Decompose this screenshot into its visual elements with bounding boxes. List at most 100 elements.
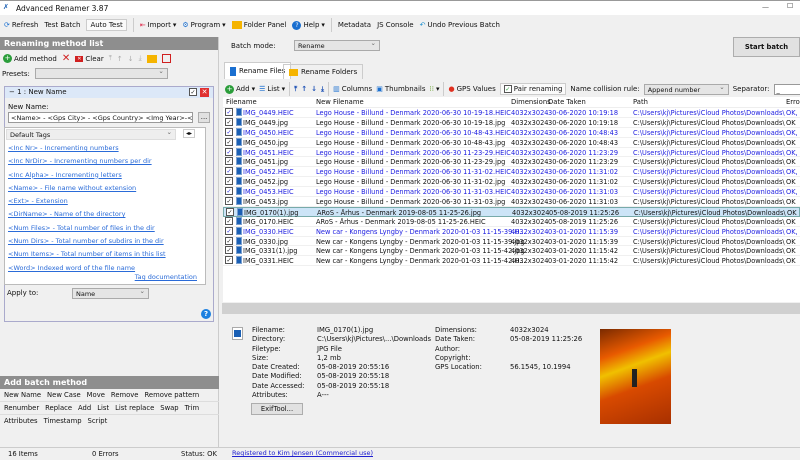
remove-method-button[interactable]: ✕ <box>200 88 209 97</box>
move-bottom-icon[interactable]: ⤓ <box>321 85 324 94</box>
column-error[interactable]: Error <box>786 98 800 106</box>
batch-method-remove[interactable]: Remove <box>111 391 139 399</box>
row-checkbox[interactable]: ✓ <box>225 236 233 245</box>
view-options-button[interactable]: ⁞⁞ ▾ <box>430 85 440 93</box>
batch-method-move[interactable]: Move <box>87 391 105 399</box>
table-row[interactable]: ✓ IMG_0330.jpg New car - Kongens Lyngby - … <box>223 236 800 247</box>
table-row[interactable]: ✓ IMG_0450.jpg Lego House - Billund - Denm… <box>223 137 800 148</box>
table-row[interactable]: ✓ IMG_0451.jpg Lego House - Billund - Denm… <box>223 157 800 168</box>
help-button[interactable]: ? Help ▾ <box>292 20 325 30</box>
program-button[interactable]: ⚙ Program ▾ <box>182 21 225 29</box>
undo-button[interactable]: ↶ Undo Previous Batch <box>420 21 500 29</box>
move-top-icon[interactable]: ⤒ <box>109 54 112 63</box>
panel-splitter[interactable] <box>222 303 800 314</box>
table-row[interactable]: ✓ IMG_0452.jpg Lego House - Billund - Denm… <box>223 177 800 188</box>
row-checkbox[interactable]: ✓ <box>225 187 233 196</box>
column-new-filename[interactable]: New Filename <box>316 98 364 106</box>
batch-mode-select[interactable]: Rename <box>294 39 380 51</box>
table-row[interactable]: ✓ IMG_0453.jpg Lego House - Billund - Denm… <box>223 197 800 207</box>
add-method-button[interactable]: + Add method <box>3 54 57 63</box>
row-checkbox[interactable]: ✓ <box>225 197 233 206</box>
tag-link[interactable]: <Name> - File name without extension <box>8 182 202 195</box>
tag-link[interactable]: <Inc Nr> - Incrementing numbers <box>8 142 202 155</box>
presets-select[interactable] <box>34 67 168 79</box>
add-files-button[interactable]: + Add ▾ <box>225 84 255 94</box>
collapse-icon[interactable]: − <box>9 88 15 96</box>
batch-method-new-name[interactable]: New Name <box>4 391 41 399</box>
folder-panel-button[interactable]: Folder Panel <box>231 21 286 29</box>
row-checkbox[interactable]: ✓ <box>225 117 233 126</box>
delete-icon[interactable]: ✕ <box>62 53 70 64</box>
method-title[interactable]: − 1 : New Name <box>9 88 67 97</box>
exiftool-button[interactable]: ExifTool... <box>251 403 303 415</box>
import-button[interactable]: ⇤ Import ▾ <box>140 21 177 29</box>
tab-rename-folders[interactable]: Rename Folders <box>283 64 364 79</box>
table-row[interactable]: ✓ IMG_0449.HEIC Lego House - Billund - Den… <box>223 108 800 118</box>
table-row[interactable]: ✓ IMG_0331.HEIC New car - Kongens Lyngby -… <box>223 256 800 267</box>
batch-method-trim[interactable]: Trim <box>185 404 199 412</box>
batch-method-renumber[interactable]: Renumber <box>4 404 39 412</box>
minimize-button[interactable]: — <box>762 3 769 11</box>
collision-rule-select[interactable]: Append number <box>643 83 729 95</box>
registration-link[interactable]: Registered to Kim Jensen (Commercial use… <box>232 447 373 460</box>
batch-method-swap[interactable]: Swap <box>160 404 178 412</box>
metadata-button[interactable]: Metadata <box>338 21 371 29</box>
separator-input[interactable]: _ <box>773 83 800 95</box>
column-filename[interactable]: Filename <box>226 98 257 106</box>
row-checkbox[interactable]: ✓ <box>225 167 233 176</box>
table-row[interactable]: ✓ IMG_0452.HEIC Lego House - Billund - Den… <box>223 167 800 178</box>
move-down-icon[interactable]: ↓ <box>128 55 134 63</box>
row-checkbox[interactable]: ✓ <box>225 226 233 235</box>
batch-method-add[interactable]: Add <box>78 404 91 412</box>
column-date-taken[interactable]: Date Taken <box>548 98 586 106</box>
table-row[interactable]: ✓ IMG_0331(1).jpg New car - Kongens Lyngby… <box>223 246 800 257</box>
method-enabled-checkbox[interactable]: ✓ <box>189 88 197 96</box>
move-bottom-icon[interactable]: ⤓ <box>139 54 142 63</box>
batch-method-list-replace[interactable]: List replace <box>115 404 154 412</box>
table-row[interactable]: ✓ IMG_0330.HEIC New car - Kongens Lyngby -… <box>223 226 800 237</box>
row-checkbox[interactable]: ✓ <box>225 157 233 166</box>
help-icon[interactable]: ? <box>201 309 211 319</box>
table-row[interactable]: ✓ IMG_0449.jpg Lego House - Billund - Denm… <box>223 117 800 128</box>
tag-scroll-arrows[interactable]: ◂▸ <box>183 129 196 138</box>
tag-link[interactable]: <Inc NrDir> - Incrementing numbers per d… <box>8 155 202 168</box>
table-row[interactable]: ✓ IMG_0451.HEIC Lego House - Billund - Den… <box>223 147 800 158</box>
row-checkbox[interactable]: ✓ <box>225 127 233 136</box>
start-batch-button[interactable]: Start batch <box>733 37 800 57</box>
tag-link[interactable]: <Inc Alpha> - Incrementing letters <box>8 169 202 182</box>
tag-link[interactable]: <Num Files> - Total number of files in t… <box>8 222 202 235</box>
batch-method-list[interactable]: List <box>97 404 109 412</box>
tag-link[interactable]: <Ext> - Extension <box>8 195 202 208</box>
batch-method-attributes[interactable]: Attributes <box>4 417 38 426</box>
clear-button[interactable]: ✕ Clear <box>75 55 104 63</box>
tags-category-select[interactable]: Default Tags <box>6 128 176 140</box>
apply-to-select[interactable]: Name <box>72 287 149 299</box>
tag-documentation-link[interactable]: Tag documentation <box>135 271 197 284</box>
thumbnails-button[interactable]: ▣ Thumbnails <box>376 85 425 93</box>
batch-method-replace[interactable]: Replace <box>45 404 72 412</box>
maximize-button[interactable]: ☐ <box>787 2 793 10</box>
table-row[interactable]: ✓ IMG_0450.HEIC Lego House - Billund - Den… <box>223 127 800 138</box>
row-checkbox[interactable]: ✓ <box>225 137 233 146</box>
auto-test-button[interactable]: Auto Test <box>86 19 127 31</box>
table-row[interactable]: ✓ IMG_0170(1).jpg ARoS - Århus - Denmark 2… <box>223 206 800 217</box>
batch-method-new-case[interactable]: New Case <box>47 391 81 399</box>
save-icon[interactable] <box>161 54 171 63</box>
refresh-button[interactable]: ⟳ Refresh <box>4 21 38 29</box>
table-row[interactable]: ✓ IMG_0170.HEIC ARoS - Århus - Denmark 201… <box>223 216 800 227</box>
row-checkbox[interactable]: ✓ <box>225 177 233 186</box>
row-checkbox[interactable]: ✓ <box>226 207 234 216</box>
column-path[interactable]: Path <box>633 98 648 106</box>
tag-link[interactable]: <DirName> - Name of the directory <box>8 208 202 221</box>
move-top-icon[interactable]: ⤒ <box>294 85 297 94</box>
batch-method-script[interactable]: Script <box>88 417 108 426</box>
open-folder-icon[interactable] <box>146 54 157 63</box>
new-name-input[interactable]: <Name> - <Gps City> - <Gps Country> <Img… <box>8 112 194 123</box>
row-checkbox[interactable]: ✓ <box>225 256 233 265</box>
pair-renaming-toggle[interactable]: ✓ Pair renaming <box>499 83 567 95</box>
table-row[interactable]: ✓ IMG_0453.HEIC Lego House - Billund - Den… <box>223 187 800 198</box>
row-checkbox[interactable]: ✓ <box>225 147 233 156</box>
column-dimensions[interactable]: Dimensions <box>511 98 551 106</box>
move-down-icon[interactable]: ↓ <box>311 85 317 93</box>
move-up-icon[interactable]: ↑ <box>301 85 307 93</box>
